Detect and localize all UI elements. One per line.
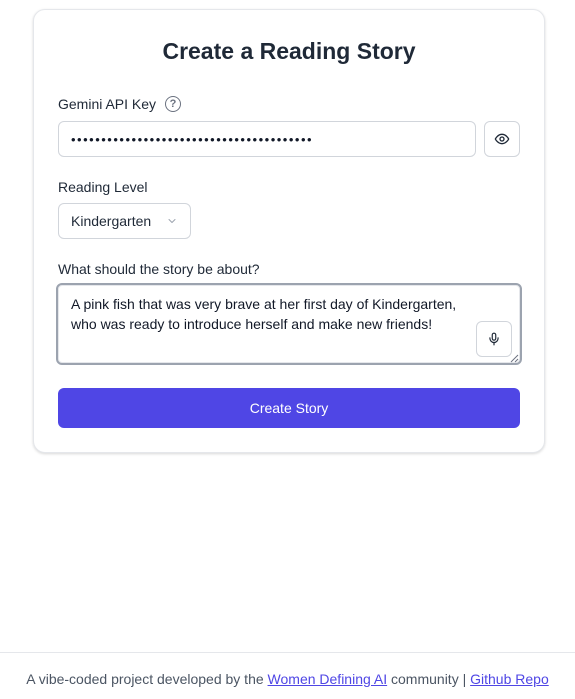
github-repo-link[interactable]: Github Repo xyxy=(470,671,549,687)
api-key-value: •••••••••••••••••••••••••••••••••••••••• xyxy=(71,131,314,147)
eye-icon xyxy=(494,133,510,145)
footer-text: A vibe-coded project developed by the Wo… xyxy=(0,671,575,687)
microphone-icon xyxy=(489,332,499,346)
footer: A vibe-coded project developed by the Wo… xyxy=(0,652,575,699)
story-form-card: Create a Reading Story Gemini API Key ? … xyxy=(33,9,545,453)
story-topic-label: What should the story be about? xyxy=(58,261,260,277)
reading-level-value: Kindergarten xyxy=(71,213,152,229)
voice-input-button[interactable] xyxy=(476,321,512,357)
page-title: Create a Reading Story xyxy=(162,38,416,64)
create-story-button[interactable]: Create Story xyxy=(58,388,520,428)
question-circle-icon[interactable]: ? xyxy=(165,96,181,112)
footer-prefix: A vibe-coded project developed by the xyxy=(26,671,264,687)
story-topic-textarea[interactable]: A pink fish that was very brave at her f… xyxy=(56,283,522,365)
women-defining-ai-link[interactable]: Women Defining AI xyxy=(268,671,388,687)
chevron-down-icon xyxy=(166,215,178,227)
toggle-visibility-button[interactable] xyxy=(484,121,520,157)
footer-middle: community | xyxy=(391,671,467,687)
api-key-input[interactable]: •••••••••••••••••••••••••••••••••••••••• xyxy=(58,121,476,157)
resize-handle-icon[interactable] xyxy=(510,354,519,363)
reading-level-select[interactable]: Kindergarten xyxy=(58,203,191,239)
api-key-label: Gemini API Key xyxy=(58,96,157,112)
reading-level-label: Reading Level xyxy=(58,179,148,195)
